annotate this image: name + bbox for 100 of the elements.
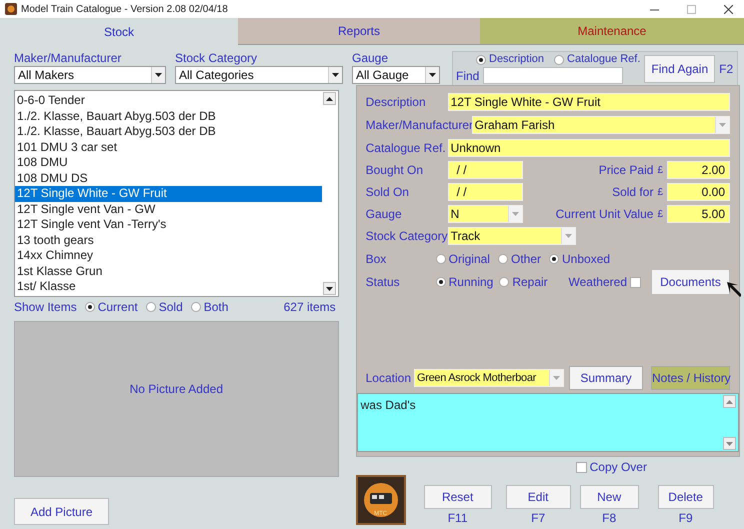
field-label: Sold for <box>612 184 654 201</box>
add-picture-button[interactable]: Add Picture <box>14 498 109 525</box>
field-label: Stock Category <box>366 228 448 245</box>
radio-button[interactable] <box>499 277 510 287</box>
list-item[interactable]: 1./2. Klasse, Bauart Abyg.503 der DB <box>15 108 322 124</box>
shortcut-label: F7 <box>531 511 546 525</box>
show-items-label: Show Items <box>14 299 77 316</box>
list-item[interactable]: 1st Klasse Grun <box>15 264 322 279</box>
radio-button[interactable] <box>476 54 486 64</box>
caret-icon <box>719 123 726 127</box>
list-item[interactable]: 108 DMU DS <box>15 170 322 186</box>
caret-icon <box>155 73 162 77</box>
filter-label: Stock Category <box>175 51 258 66</box>
field-label: Box <box>366 251 388 268</box>
item-count: 627 items <box>284 299 336 316</box>
shortcut-label: F8 <box>602 511 616 525</box>
shortcut-label: F11 <box>448 511 468 525</box>
shortcut-label: F9 <box>678 511 693 525</box>
field-label: Weathered <box>568 274 627 291</box>
action-button[interactable]: Delete <box>658 485 714 509</box>
notes-field[interactable]: was Dad's <box>356 393 739 452</box>
field-label: Maker/Manufacturer <box>366 117 472 134</box>
radio-label: Both <box>204 299 228 316</box>
action-button[interactable]: Edit <box>506 485 571 509</box>
currency-label: £ <box>657 208 663 222</box>
radio-button[interactable] <box>554 54 564 64</box>
radio-button[interactable] <box>549 254 559 264</box>
list-item[interactable]: 0-6-0 Tender <box>15 93 322 108</box>
currency-label: £ <box>657 164 663 178</box>
tab[interactable]: Reports <box>238 18 480 45</box>
list-item[interactable]: 108 DMU <box>15 155 322 170</box>
price-field[interactable]: 2.00 <box>667 161 730 179</box>
train-icon <box>362 482 399 518</box>
category-dropdown[interactable]: Track <box>448 227 576 245</box>
radio-label: Original <box>448 251 490 268</box>
find-again-button[interactable]: Find Again <box>644 54 716 82</box>
radio-button[interactable] <box>436 254 446 264</box>
list-item[interactable]: 12T Single White - GW Fruit <box>15 186 322 202</box>
list-item[interactable]: 1st/ Klasse <box>15 279 322 294</box>
radio-label: Running <box>448 274 494 291</box>
find-field[interactable] <box>483 67 624 84</box>
price-field[interactable]: 5.00 <box>667 205 730 223</box>
filter-dropdown[interactable]: All Categories <box>175 66 343 84</box>
catalogue-ref-field[interactable]: Unknown <box>448 139 730 157</box>
list-item[interactable]: 1./2. Klasse, Bauart Abyg.503 der DB <box>15 124 322 140</box>
price-field[interactable]: 0.00 <box>667 183 730 201</box>
description-field[interactable]: 12T Single White - GW Fruit <box>448 93 730 111</box>
radio-label: Current <box>98 299 138 316</box>
list-item[interactable]: 101 DMU 3 car set <box>15 140 322 155</box>
checkbox[interactable] <box>576 462 587 472</box>
image-field[interactable]: No Picture Added <box>14 321 339 477</box>
filter-dropdown[interactable]: All Makers <box>14 66 166 84</box>
list-item[interactable]: 12T Single vent Van -Terry's <box>15 217 322 232</box>
radio-label: Sold <box>158 299 183 316</box>
radio-label: Unboxed <box>562 251 610 268</box>
action-button[interactable]: Reset <box>424 485 492 509</box>
documents-button[interactable]: Documents <box>651 269 730 295</box>
filter-dropdown[interactable]: All Gauge <box>352 66 440 84</box>
mouse-pointer-icon <box>727 282 741 298</box>
list-item[interactable]: 13 tooth gears <box>15 232 322 248</box>
radio-label: Catalogue Ref. <box>567 53 640 66</box>
scroll-down-icon <box>726 442 733 446</box>
field-label: Bought On <box>366 162 424 179</box>
radio-button[interactable] <box>436 277 446 287</box>
field-label: Gauge <box>366 206 403 223</box>
location-dropdown[interactable]: Green Asrock Motherboar <box>414 369 564 387</box>
panel-button[interactable]: Summary <box>569 366 643 390</box>
maker-dropdown[interactable]: Graham Farish <box>472 116 730 134</box>
app-icon <box>5 3 17 15</box>
caret-icon <box>553 376 560 380</box>
caret-icon <box>564 234 572 238</box>
radio-button[interactable] <box>84 302 95 312</box>
radio-label: Description <box>489 53 544 66</box>
date-field[interactable]: / / <box>448 183 523 201</box>
panel-button[interactable]: Notes / History <box>651 366 730 390</box>
gauge-dropdown[interactable]: N <box>448 205 523 223</box>
caret-icon <box>332 73 339 77</box>
list-item[interactable]: 12T Single vent Van - GW <box>15 202 322 217</box>
scroll-up-icon <box>326 96 333 100</box>
close-icon <box>724 4 733 14</box>
filter-label: Gauge <box>352 51 390 66</box>
action-button[interactable]: New <box>580 485 639 509</box>
radio-label: Other <box>510 251 541 268</box>
list-item[interactable]: 14xx Chimney <box>15 248 322 264</box>
radio-label: Repair <box>512 274 548 291</box>
caret-icon <box>512 212 519 216</box>
field-label: Location <box>366 370 411 387</box>
scroll-down-icon <box>326 286 333 290</box>
picture-placeholder: No Picture Added <box>130 381 224 398</box>
radio-button[interactable] <box>190 302 201 312</box>
radio-button[interactable] <box>146 302 156 312</box>
field-label: Price Paid <box>598 162 654 179</box>
filter-label: Maker/Manufacturer <box>14 51 122 66</box>
currency-label: £ <box>657 186 663 200</box>
date-field[interactable]: / / <box>448 161 523 179</box>
radio-button[interactable] <box>498 254 508 264</box>
copy-over-label: Copy Over <box>590 459 647 476</box>
checkbox[interactable] <box>630 276 641 288</box>
field-label: Catalogue Ref. <box>366 140 447 157</box>
find-label: Find <box>456 68 480 82</box>
